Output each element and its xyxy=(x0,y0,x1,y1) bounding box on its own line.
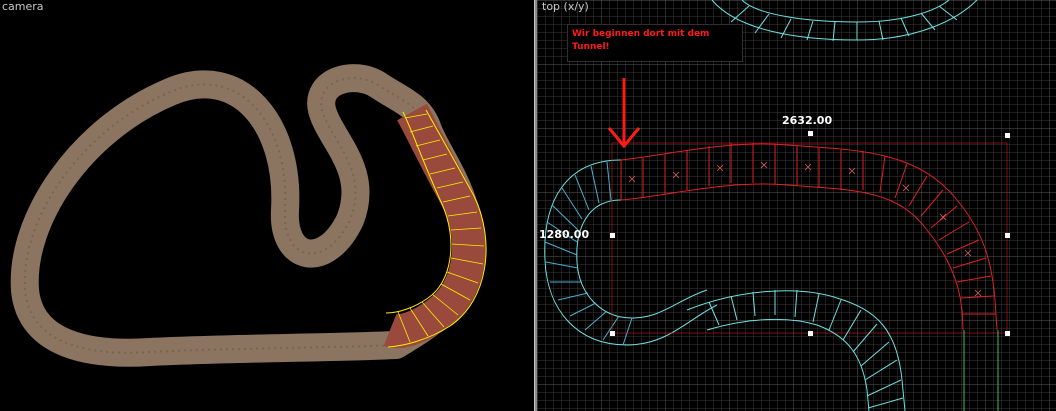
dimension-width-label: 2632.00 xyxy=(782,114,833,127)
track-road-edge xyxy=(23,77,429,354)
dimension-height-label: 1280.00 xyxy=(539,228,590,241)
annotation-text: Wir beginnen dort mit dem Tunnel! xyxy=(572,29,710,52)
top-viewport-label[interactable]: top (x/y) xyxy=(540,0,591,13)
camera-viewport-label[interactable]: camera xyxy=(0,0,46,13)
annotation-callout: Wir beginnen dort mit dem Tunnel! xyxy=(567,24,743,62)
camera-track-render xyxy=(10,64,487,367)
camera-viewport[interactable]: camera xyxy=(0,0,534,411)
selected-track-segment[interactable] xyxy=(383,103,486,349)
